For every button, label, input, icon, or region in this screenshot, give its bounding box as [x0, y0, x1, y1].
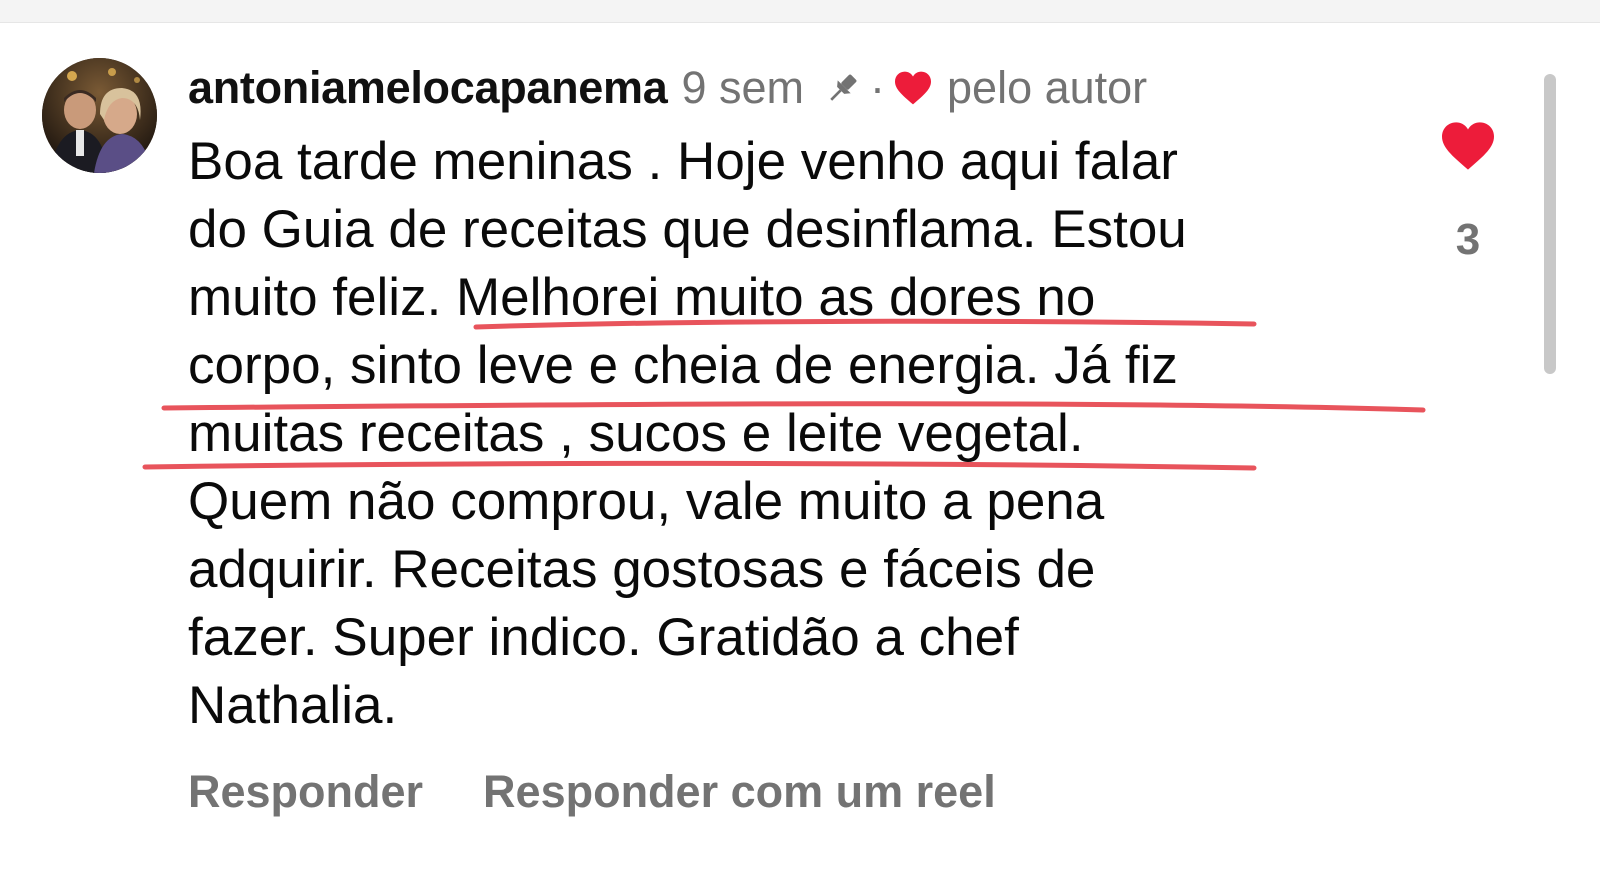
avatar[interactable] [42, 58, 157, 173]
comment-author[interactable]: antoniamelocapanema [188, 62, 668, 114]
heart-icon [891, 68, 935, 108]
comment-text: Boa tarde meninas . Hoje venho aqui fala… [188, 132, 1187, 735]
scrollbar[interactable] [1544, 74, 1556, 374]
reply-button[interactable]: Responder [188, 766, 423, 818]
comment-actions: Responder Responder com um reel [188, 766, 996, 818]
pin-icon [822, 67, 864, 109]
comment-timestamp[interactable]: 9 sem [681, 62, 804, 114]
like-heart-icon[interactable] [1439, 120, 1497, 177]
top-bar [0, 0, 1600, 23]
like-column: 3 [1430, 120, 1506, 265]
liked-by-author-label: pelo autor [947, 62, 1148, 113]
reply-with-reel-button[interactable]: Responder com um reel [483, 766, 996, 818]
comment-header: antoniamelocapanema 9 sem · pelo autor [188, 60, 1147, 116]
like-count: 3 [1455, 215, 1481, 264]
separator-dot: · [870, 62, 886, 113]
